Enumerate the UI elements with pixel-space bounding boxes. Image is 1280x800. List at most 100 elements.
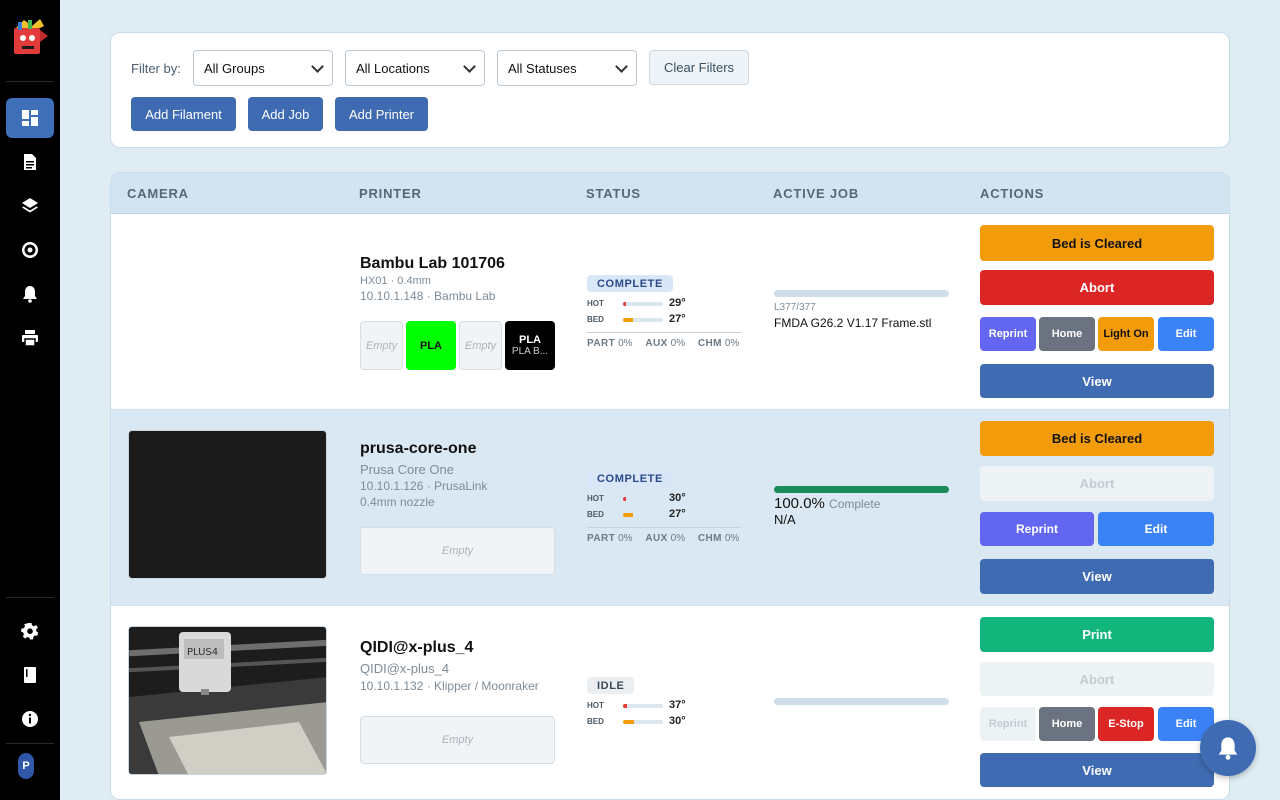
reprint-button: Reprint bbox=[980, 707, 1036, 741]
printer-model: Prusa Core One bbox=[360, 462, 454, 477]
slot-label: PLA bbox=[420, 339, 442, 352]
filament-slot[interactable]: Empty bbox=[459, 321, 502, 370]
sidebar-item-about[interactable] bbox=[6, 699, 54, 739]
status-filter-select[interactable]: All Statuses bbox=[497, 50, 637, 86]
reprint-button[interactable]: Reprint bbox=[980, 512, 1094, 546]
sidebar-item-filament[interactable] bbox=[6, 230, 54, 270]
dashboard-icon bbox=[22, 110, 38, 126]
hotend-temp: HOT 29° bbox=[587, 297, 697, 310]
chevron-down-icon bbox=[311, 59, 324, 73]
bed-value: 27° bbox=[669, 313, 686, 325]
camera-feed[interactable] bbox=[128, 430, 327, 579]
table-row: prusa-core-one Prusa Core One 10.10.1.12… bbox=[111, 410, 1229, 606]
bed-bar-fill bbox=[623, 318, 633, 322]
group-filter-select[interactable]: All Groups bbox=[193, 50, 333, 86]
sidebar: P bbox=[0, 0, 60, 800]
abort-button: Abort bbox=[980, 466, 1214, 501]
chm-value: 0% bbox=[724, 533, 740, 544]
printer-name[interactable]: Bambu Lab 101706 bbox=[360, 255, 505, 273]
edit-button[interactable]: Edit bbox=[1158, 317, 1214, 351]
part-value: 0% bbox=[618, 533, 633, 544]
aux-value: 0% bbox=[670, 338, 686, 349]
printer-name[interactable]: prusa-core-one bbox=[360, 440, 476, 458]
sidebar-item-printers[interactable] bbox=[6, 318, 54, 358]
sidebar-divider bbox=[6, 597, 54, 598]
bed-temp: BED 27° bbox=[587, 508, 697, 521]
add-printer-button[interactable]: Add Printer bbox=[335, 97, 428, 131]
document-icon bbox=[24, 154, 36, 170]
view-button[interactable]: View bbox=[980, 364, 1214, 398]
view-button[interactable]: View bbox=[980, 559, 1214, 594]
filament-slot[interactable]: Empty bbox=[360, 321, 403, 370]
spool-icon bbox=[22, 242, 38, 258]
light-on-button[interactable]: Light On bbox=[1098, 317, 1154, 351]
chm-label: CHM bbox=[697, 338, 722, 349]
location-filter-select[interactable]: All Locations bbox=[345, 50, 485, 86]
sidebar-item-notifications[interactable] bbox=[6, 274, 54, 314]
reprint-button[interactable]: Reprint bbox=[980, 317, 1036, 351]
hot-bar-fill bbox=[623, 704, 627, 708]
job-percent-value: 100.0% bbox=[774, 495, 825, 512]
printer-model: HX01 · 0.4mm bbox=[360, 275, 431, 287]
add-job-button[interactable]: Add Job bbox=[248, 97, 323, 131]
hot-label: HOT bbox=[587, 701, 604, 710]
bed-bar-fill bbox=[623, 513, 633, 517]
status-filter-value: All Statuses bbox=[508, 60, 577, 76]
header-camera: CAMERA bbox=[127, 186, 189, 201]
filament-slot[interactable]: PLA PLA B... bbox=[505, 321, 555, 370]
edit-button[interactable]: Edit bbox=[1098, 512, 1214, 546]
table-header: CAMERA PRINTER STATUS ACTIVE JOB ACTIONS bbox=[111, 173, 1229, 214]
clear-filters-button[interactable]: Clear Filters bbox=[649, 50, 749, 85]
header-active-job: ACTIVE JOB bbox=[773, 186, 860, 201]
abort-button[interactable]: Abort bbox=[980, 270, 1214, 305]
job-filename: N/A bbox=[774, 512, 796, 527]
filament-slot[interactable]: PLA bbox=[406, 321, 456, 370]
printer-address: 10.10.1.148 · Bambu Lab bbox=[360, 289, 496, 303]
bed-bar-fill bbox=[623, 720, 635, 724]
hotend-temp: HOT 37° bbox=[587, 699, 697, 712]
job-progress-bar bbox=[774, 698, 949, 705]
filter-panel: Filter by: All Groups All Locations All … bbox=[110, 32, 1230, 148]
user-avatar[interactable]: P bbox=[18, 753, 34, 779]
home-button[interactable]: Home bbox=[1039, 707, 1095, 741]
filter-label: Filter by: bbox=[131, 61, 181, 76]
camera-snapshot: PLUS4 bbox=[129, 627, 326, 774]
printer-address: 10.10.1.126 · PrusaLink bbox=[360, 479, 488, 493]
aux-value: 0% bbox=[670, 533, 686, 544]
camera-feed[interactable]: PLUS4 bbox=[128, 626, 327, 775]
chevron-down-icon bbox=[615, 59, 628, 73]
filament-slot[interactable]: Empty bbox=[360, 716, 555, 764]
hot-label: HOT bbox=[587, 494, 604, 503]
home-button[interactable]: Home bbox=[1039, 317, 1095, 351]
job-percent: 100.0% Complete bbox=[774, 495, 880, 512]
estop-button[interactable]: E-Stop bbox=[1098, 707, 1154, 741]
hot-bar-fill bbox=[623, 497, 627, 501]
filament-slot[interactable]: Empty bbox=[360, 527, 555, 575]
chevron-down-icon bbox=[463, 59, 476, 73]
print-button[interactable]: Print bbox=[980, 617, 1214, 652]
status-badge: IDLE bbox=[587, 677, 635, 694]
bed-cleared-button[interactable]: Bed is Cleared bbox=[980, 421, 1214, 456]
app-logo[interactable] bbox=[10, 16, 50, 58]
job-state: Complete bbox=[829, 497, 881, 511]
aux-label: AUX bbox=[645, 533, 668, 544]
status-badge: COMPLETE bbox=[587, 275, 673, 292]
view-button[interactable]: View bbox=[980, 753, 1214, 787]
bed-cleared-button[interactable]: Bed is Cleared bbox=[980, 225, 1214, 261]
sidebar-item-docs[interactable] bbox=[6, 655, 54, 695]
sidebar-item-settings[interactable] bbox=[6, 611, 54, 651]
add-filament-button[interactable]: Add Filament bbox=[131, 97, 236, 131]
group-filter-value: All Groups bbox=[204, 60, 265, 76]
sidebar-item-dashboard[interactable] bbox=[6, 98, 54, 138]
part-value: 0% bbox=[618, 338, 633, 349]
bell-icon bbox=[1218, 737, 1238, 760]
printer-name[interactable]: QIDI@x-plus_4 bbox=[360, 639, 473, 657]
bell-icon bbox=[23, 286, 37, 303]
slot-label: Empty bbox=[441, 545, 474, 557]
printer-address: 10.10.1.132 · Klipper / Moonraker bbox=[360, 679, 539, 693]
sidebar-item-layers[interactable] bbox=[6, 186, 54, 226]
hot-label: HOT bbox=[587, 299, 604, 308]
sidebar-item-jobs[interactable] bbox=[6, 142, 54, 182]
fan-readouts: PART 0% AUX 0% CHM 0% bbox=[587, 338, 749, 349]
notifications-fab[interactable] bbox=[1200, 720, 1256, 776]
